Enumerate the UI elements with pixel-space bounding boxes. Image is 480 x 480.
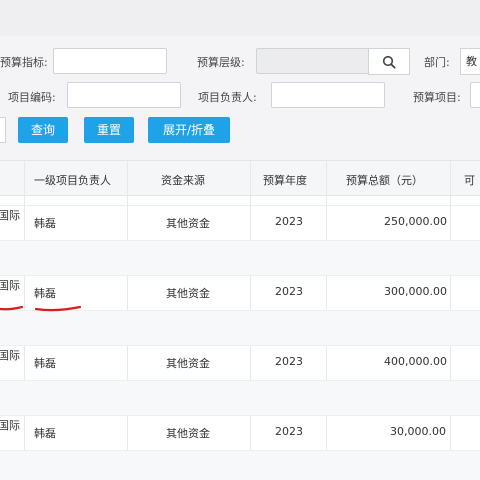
top-bar [0, 0, 480, 36]
budget-amount-cell: 30,000.00 [390, 425, 446, 438]
row-line [0, 345, 480, 346]
budget-indicator-label: 预算指标: [0, 56, 48, 69]
owner-cell: 韩磊 [34, 427, 56, 440]
row-separator [0, 240, 480, 275]
row-line [0, 450, 480, 451]
reset-button[interactable]: 重置 [84, 117, 134, 143]
project-code-label: 项目编码: [8, 91, 56, 104]
header-available: 可 [464, 174, 475, 187]
budget-project-input[interactable] [470, 82, 480, 108]
query-button[interactable]: 查询 [18, 117, 68, 143]
row-line [0, 275, 480, 276]
project-code-input[interactable] [67, 82, 181, 108]
table-header: 一级项目负责人 资金来源 预算年度 预算总额（元） 可 [0, 160, 480, 196]
header-first-level-owner: 一级项目负责人 [34, 174, 111, 187]
budget-amount-cell: 250,000.00 [384, 215, 447, 228]
row-line [0, 415, 480, 416]
project-owner-label: 项目负责人: [198, 91, 257, 104]
row-separator [0, 450, 480, 480]
expand-collapse-button[interactable]: 展开/折叠 [148, 117, 230, 143]
owner-cell: 韩磊 [34, 287, 56, 300]
row-line [0, 205, 480, 206]
header-fund-source: 资金来源 [161, 174, 205, 187]
budget-year-cell: 2023 [275, 425, 303, 438]
budget-table: 一级项目负责人 资金来源 预算年度 预算总额（元） 可 国际 韩磊 其他资金 2… [0, 160, 480, 480]
department-select[interactable]: 教 [460, 48, 480, 75]
project-name-cell: 国际 [0, 419, 20, 432]
fund-source-cell: 其他资金 [166, 427, 210, 440]
owner-cell: 韩磊 [34, 357, 56, 370]
budget-level-input[interactable] [256, 48, 370, 74]
project-name-cell: 国际 [0, 279, 20, 292]
row-line [0, 240, 480, 241]
budget-year-cell: 2023 [275, 215, 303, 228]
fund-source-cell: 其他资金 [166, 287, 210, 300]
fund-source-cell: 其他资金 [166, 217, 210, 230]
budget-year-cell: 2023 [275, 285, 303, 298]
owner-cell: 韩磊 [34, 217, 56, 230]
budget-amount-cell: 300,000.00 [384, 285, 447, 298]
red-underline-annotation [0, 305, 82, 312]
row-separator [0, 380, 480, 415]
budget-project-label: 预算项目: [413, 91, 461, 104]
project-name-cell: 国际 [0, 209, 20, 222]
header-budget-total: 预算总额（元） [346, 174, 423, 187]
budget-year-cell: 2023 [275, 355, 303, 368]
budget-amount-cell: 400,000.00 [384, 355, 447, 368]
search-icon [382, 55, 396, 69]
project-name-cell: 国际 [0, 349, 20, 362]
row-line [0, 380, 480, 381]
partial-button[interactable] [0, 117, 6, 143]
budget-level-label: 预算层级: [197, 56, 245, 69]
project-owner-input[interactable] [271, 82, 385, 108]
header-budget-year: 预算年度 [263, 174, 307, 187]
department-label: 部门: [424, 56, 450, 69]
fund-source-cell: 其他资金 [166, 357, 210, 370]
budget-indicator-input[interactable] [53, 48, 167, 74]
budget-level-search-button[interactable] [368, 48, 410, 75]
